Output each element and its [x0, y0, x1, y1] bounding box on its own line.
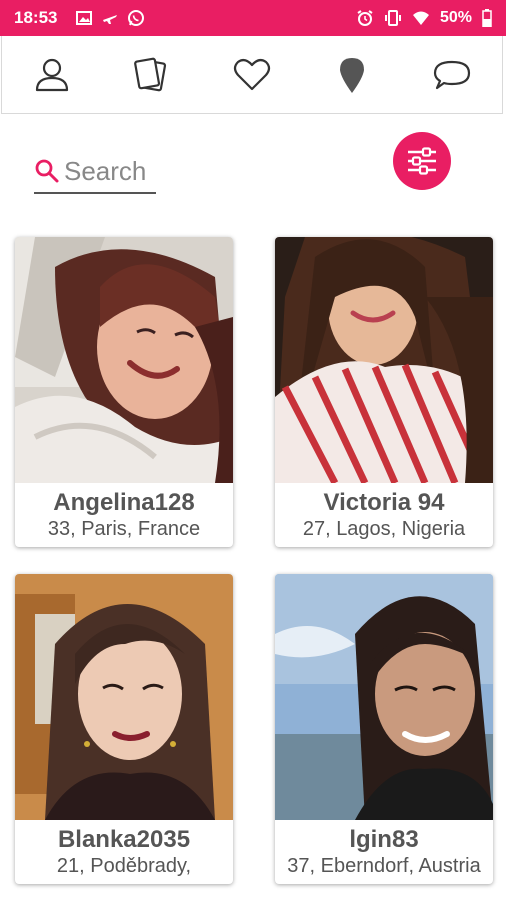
- location-pin-icon: [340, 57, 364, 93]
- heart-icon: [233, 58, 271, 90]
- profile-card[interactable]: Blanka2035 21, Poděbrady,: [15, 574, 233, 884]
- messages-button[interactable]: [428, 51, 476, 99]
- profile-photo: [15, 237, 233, 483]
- search-input[interactable]: [64, 155, 154, 187]
- nearby-button[interactable]: [328, 51, 376, 99]
- sliders-icon: [408, 147, 436, 175]
- wifi-icon: [412, 11, 429, 25]
- whatsapp-icon: [128, 10, 145, 26]
- profile-card[interactable]: lgin83 37, Eberndorf, Austria: [275, 574, 493, 884]
- profile-name: lgin83: [349, 826, 419, 853]
- profile-card[interactable]: Angelina128 33, Paris, France: [15, 237, 233, 547]
- status-time: 18:53: [14, 8, 58, 27]
- status-bar: 18:53 50%: [0, 0, 506, 36]
- cards-button[interactable]: [128, 51, 176, 99]
- profile-details: 27, Lagos, Nigeria: [302, 518, 466, 540]
- top-navigation: [1, 36, 503, 114]
- vibrate-icon: [384, 10, 401, 26]
- profile-photo: [275, 237, 493, 483]
- profile-icon: [35, 58, 69, 91]
- airplane-notification-icon: [103, 15, 118, 24]
- cards-icon: [134, 57, 167, 91]
- profile-name: Blanka2035: [57, 826, 191, 853]
- filter-button[interactable]: [393, 132, 451, 190]
- battery-percent: 50%: [439, 9, 472, 26]
- chat-bubble-icon: [433, 60, 471, 89]
- profile-card[interactable]: Victoria 94 27, Lagos, Nigeria: [275, 237, 493, 547]
- profile-name: Victoria 94: [323, 489, 445, 516]
- image-notification-icon: [76, 11, 93, 25]
- profile-photo: [275, 574, 493, 820]
- battery-icon: [482, 9, 492, 27]
- search-icon: [35, 159, 59, 183]
- profile-details: 33, Paris, France: [47, 518, 201, 540]
- favorites-button[interactable]: [228, 51, 276, 99]
- alarm-icon: [357, 10, 373, 26]
- profile-photo: [15, 574, 233, 820]
- profile-name: Angelina128: [53, 489, 195, 516]
- profile-details: 21, Poděbrady,: [56, 855, 192, 877]
- profile-details: 37, Eberndorf, Austria: [287, 855, 481, 877]
- search-bar[interactable]: [34, 150, 156, 194]
- profile-button[interactable]: [28, 51, 76, 99]
